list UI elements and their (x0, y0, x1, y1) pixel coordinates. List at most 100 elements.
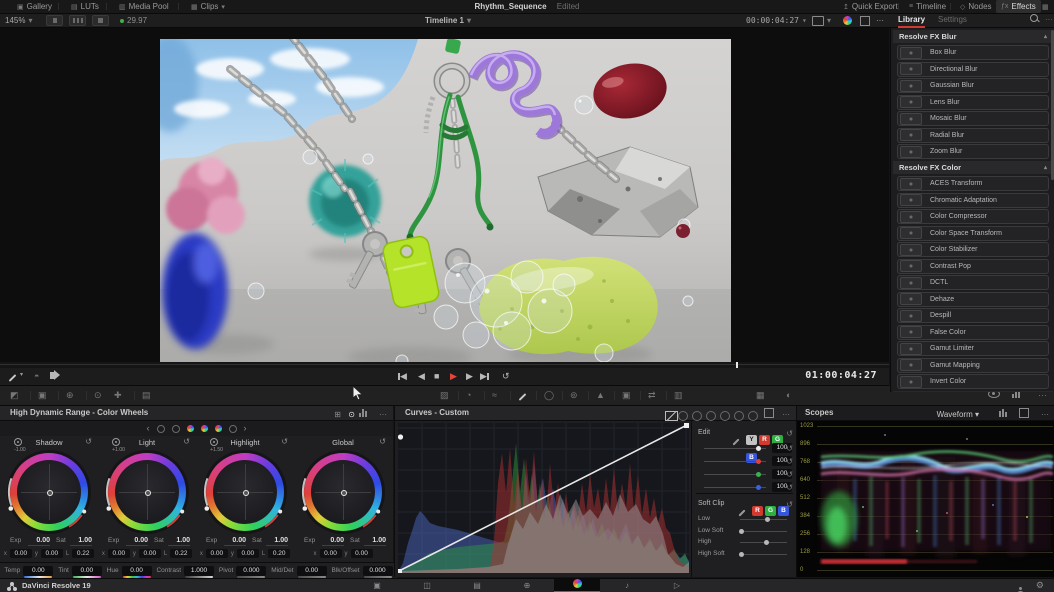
library-item[interactable]: Color Space Transform (897, 226, 1049, 241)
enhanced-viewer-icon[interactable] (92, 15, 109, 26)
next-zone-icon[interactable]: › (244, 424, 247, 433)
color-picker-tool[interactable] (8, 371, 17, 381)
split-viewer-icon[interactable] (69, 15, 86, 26)
library-item[interactable]: Chromatic Adaptation (897, 193, 1049, 208)
color-wheel[interactable] (301, 450, 385, 534)
scope-mode-dropdown[interactable]: Waveform ▾ (937, 408, 979, 422)
master-control-value[interactable]: 0.000 (236, 566, 266, 576)
library-item[interactable]: DCTL (897, 275, 1049, 290)
sat-value[interactable]: 1.00 (266, 537, 288, 546)
exp-value[interactable]: 0.00 (28, 537, 50, 546)
window-tool-icon[interactable]: ◯ (544, 390, 554, 401)
zone-dot-active[interactable] (215, 425, 222, 432)
color-wheel[interactable] (7, 450, 91, 534)
prev-zone-icon[interactable]: ‹ (147, 424, 150, 433)
reset-icon[interactable]: ↺ (786, 457, 793, 466)
library-item[interactable]: Gamut Limiter (897, 341, 1049, 356)
library-section-header[interactable]: Resolve FX Color▴ (893, 161, 1053, 174)
panel-options-icon[interactable]: ··· (379, 408, 387, 422)
zone-dot-active[interactable] (201, 425, 208, 432)
qualifier-tool-icon[interactable]: ≈ (492, 390, 497, 400)
channel-gain-slider[interactable]: 100↺ (698, 443, 793, 454)
library-item[interactable]: Gaussian Blur (897, 78, 1049, 93)
softclip-slider[interactable]: Low Soft (698, 526, 791, 536)
library-item[interactable]: Directional Blur (897, 62, 1049, 77)
slider-track[interactable] (740, 519, 787, 520)
slider-track[interactable] (704, 461, 766, 462)
viewer-image[interactable] (160, 39, 731, 362)
magic-mask-tool-icon[interactable]: ▲ (596, 390, 605, 400)
timeline-selector[interactable]: Timeline 1 ▾ (425, 14, 471, 27)
add-zone-icon[interactable]: ⊞ (334, 408, 341, 422)
audio-mute-button[interactable] (50, 371, 55, 381)
coord-value[interactable]: 0.00 (139, 549, 161, 558)
coord-value[interactable]: 0.20 (268, 549, 290, 558)
graph-view-icon[interactable] (359, 408, 369, 422)
nodes-button[interactable]: ◇ Nodes (955, 0, 997, 13)
coord-value[interactable]: 0.22 (72, 549, 94, 558)
reset-icon[interactable]: ↺ (379, 437, 386, 446)
curve-mode-icon[interactable] (674, 409, 688, 423)
slider-track[interactable] (704, 487, 766, 488)
page-button-cut[interactable]: ◫ (404, 579, 450, 592)
master-control-value[interactable]: 0.00 (122, 566, 152, 576)
reset-icon[interactable]: ↺ (183, 437, 190, 446)
library-item[interactable]: Lens Blur (897, 95, 1049, 110)
library-item[interactable]: Despill (897, 308, 1049, 323)
source-timecode[interactable]: 00:00:04:27 ▾ (746, 14, 807, 27)
reset-icon[interactable]: ↺ (281, 437, 288, 446)
exp-value[interactable]: 0.00 (126, 537, 148, 546)
slider-handle[interactable] (756, 485, 761, 490)
viewer-mode-buttons[interactable] (46, 14, 112, 27)
sat-value[interactable]: 1.00 (364, 537, 386, 546)
slider-track[interactable] (740, 542, 787, 543)
key-tool-icon[interactable]: ⇄ (648, 390, 656, 401)
channel-gain-slider[interactable]: 100↺ (698, 482, 793, 493)
zoom-level-dropdown[interactable]: 145% ▾ (5, 14, 32, 27)
blur-tool-icon[interactable]: ▣ (622, 390, 631, 401)
softclip-slider[interactable]: High (698, 537, 791, 547)
grab-still-tool-icon[interactable]: ▤ (142, 390, 151, 401)
channel-gain-slider[interactable]: 100↺ (698, 456, 793, 467)
master-control-value[interactable]: 0.00 (72, 566, 102, 576)
quick-export-button[interactable]: ↥ Quick Export (838, 0, 903, 13)
go-to-start-button[interactable]: ◀ (398, 370, 407, 382)
gallery-still-tool-icon[interactable]: ◩ (10, 390, 19, 401)
slider-track[interactable] (704, 474, 766, 475)
slider-handle[interactable] (739, 552, 744, 557)
highlight-tool-icon[interactable]: ⊙ (94, 390, 102, 401)
step-back-button[interactable]: ◀ (418, 370, 425, 382)
slider-track[interactable] (740, 554, 787, 555)
page-button-deliver[interactable]: ▷ (654, 579, 700, 592)
lightbox-button[interactable]: ▦ (1042, 0, 1049, 13)
slider-handle[interactable] (739, 529, 744, 534)
reset-icon[interactable]: ↺ (786, 500, 793, 509)
master-control-value[interactable]: 0.000 (363, 566, 393, 576)
grade-preview-button[interactable] (843, 14, 852, 27)
library-item[interactable]: Zoom Blur (897, 144, 1049, 159)
mask-overlay-toggle[interactable]: ◓ (34, 371, 39, 381)
viewer-options-button[interactable]: ··· (876, 14, 884, 27)
library-options-button[interactable]: ··· (1045, 14, 1053, 26)
zone-dot[interactable] (172, 425, 180, 433)
play-button[interactable]: ▶ (450, 370, 457, 382)
clip-menu-button[interactable]: ▾ (812, 14, 831, 27)
sat-value[interactable]: 1.00 (168, 537, 190, 546)
reset-icon[interactable]: ↺ (786, 444, 793, 453)
library-item[interactable]: Mosaic Blur (897, 111, 1049, 126)
settings-gear-icon[interactable]: ⚙ (1036, 580, 1044, 591)
softclip-slider[interactable]: Low (698, 514, 791, 524)
color-wheel[interactable] (203, 450, 287, 534)
search-button[interactable] (1030, 14, 1038, 26)
slider-handle[interactable] (756, 446, 761, 451)
page-button-color[interactable] (554, 579, 600, 592)
library-item[interactable]: Gamut Mapping (897, 358, 1049, 373)
coord-value[interactable]: 0.00 (351, 549, 373, 558)
zone-dot[interactable] (157, 425, 165, 433)
tracker-tool-icon[interactable]: ⊚ (570, 390, 578, 401)
coord-value[interactable]: 0.00 (41, 549, 63, 558)
expand-viewer-button[interactable] (860, 14, 870, 27)
color-wheel[interactable] (105, 450, 189, 534)
wipe-tool-icon[interactable]: ▣ (38, 390, 47, 401)
lightbox-tool-icon[interactable]: ◐ (786, 390, 791, 400)
